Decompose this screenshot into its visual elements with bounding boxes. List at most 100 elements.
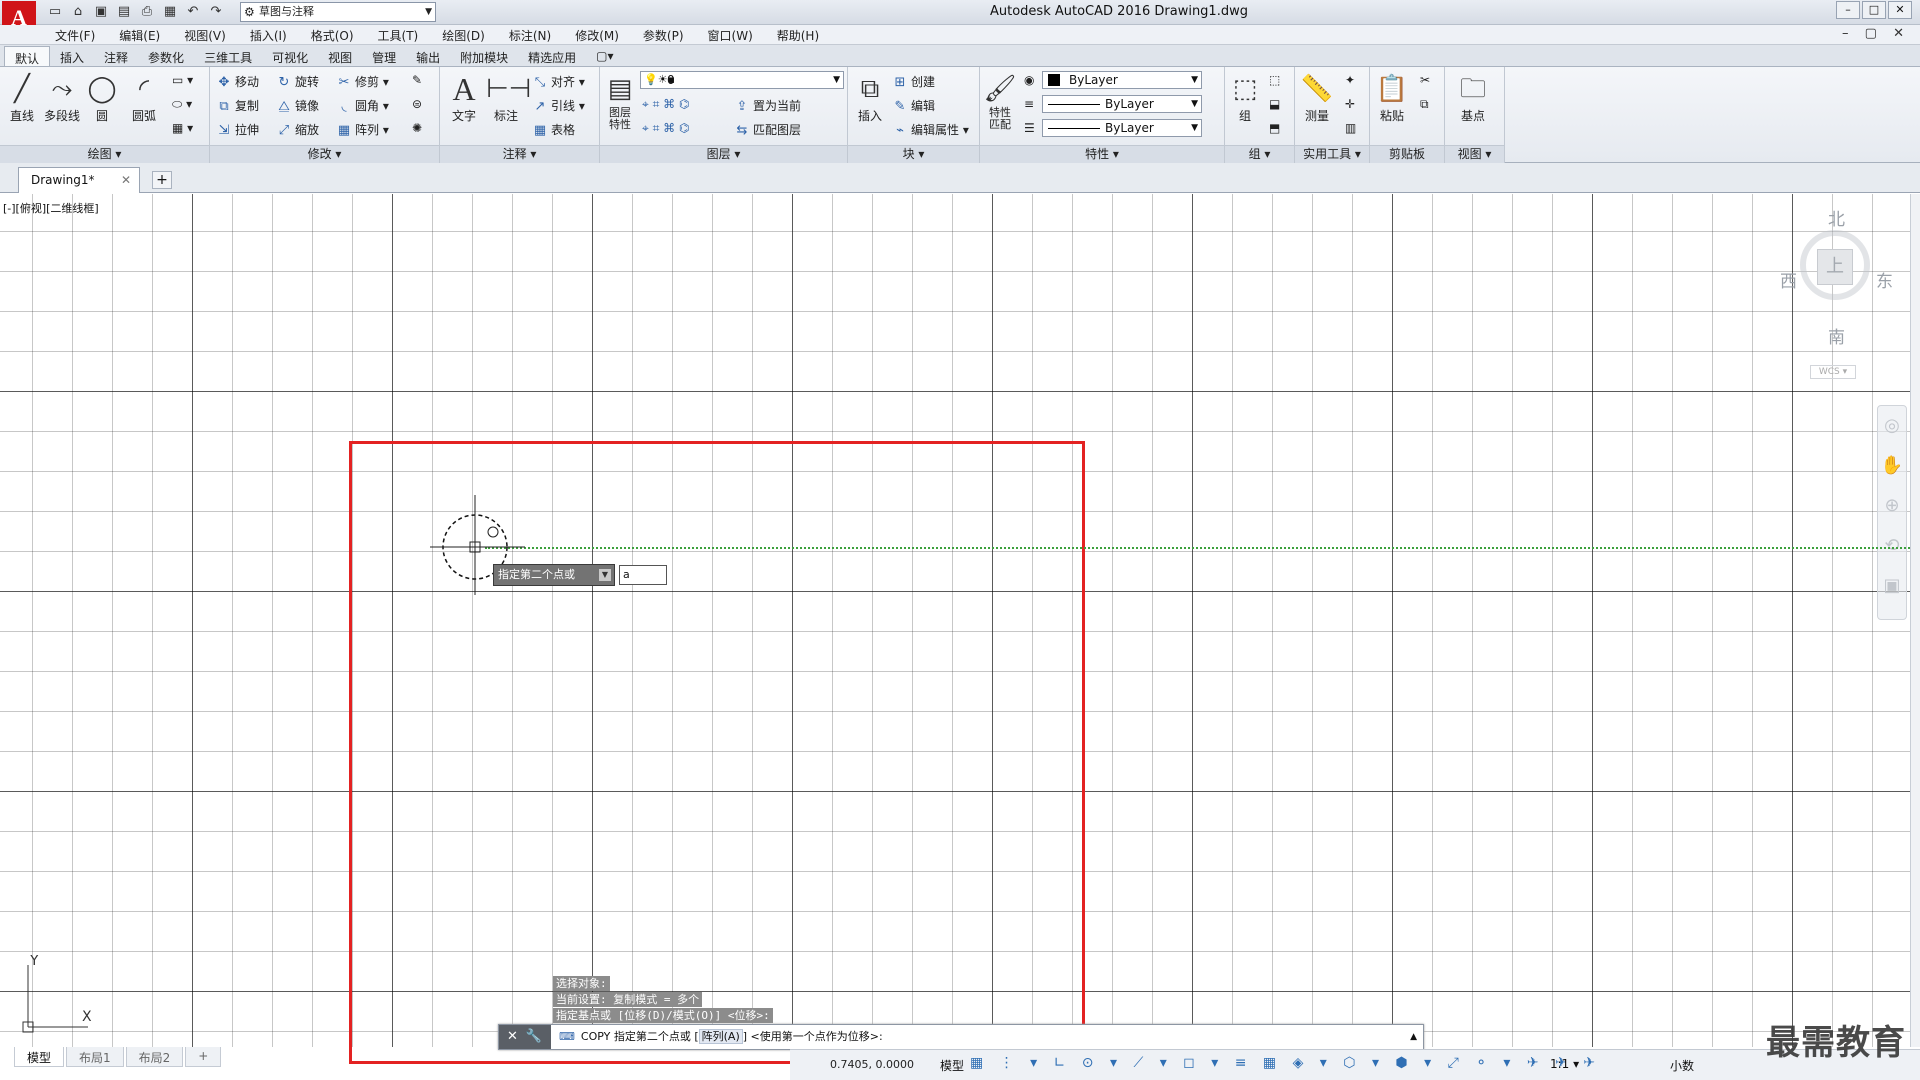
tab-parametric[interactable]: 参数化 [138,46,194,66]
menu-modify[interactable]: 修改(M) [575,27,619,44]
copy-button[interactable]: ⧉ 复制 [216,97,259,114]
menu-file[interactable]: 文件(F) [55,27,95,44]
mirror-button[interactable]: ⧋ 镜像 [276,97,319,114]
tab-drawing1[interactable]: Drawing1* ✕ [18,167,140,193]
lineweight-dropdown[interactable]: ByLayer ▼ [1042,119,1202,137]
tab-insert[interactable]: 插入 [50,46,94,66]
tab-view[interactable]: 视图 [318,46,362,66]
undo-icon[interactable]: ↶ [184,3,202,21]
layer-tools-row2[interactable]: ⌖ ⌗ ⌘ ⌬ [642,121,689,136]
tab-layout2[interactable]: 布局2 [125,1047,184,1067]
showmotion-icon[interactable]: ▣ [1878,566,1906,606]
chevron-up-icon[interactable]: ▲ [1410,1025,1417,1049]
erase-icon[interactable]: ✎ [412,73,422,87]
viewcube-north[interactable]: 北 [1828,205,1845,230]
trim-button[interactable]: ✂ 修剪 ▾ [336,73,389,90]
new-icon[interactable]: ▭ [46,3,64,21]
color-dropdown[interactable]: ByLayer ▼ [1042,71,1202,89]
viewcube-south[interactable]: 南 [1828,323,1845,348]
viewport-controls-label[interactable]: [-][俯视][二维线框] [3,200,99,216]
drafting-toggles[interactable]: ▦ ⋮ ▾ ∟ ⊙ ▾ ⟋ ▾ ◻ ▾ ≡ ▦ ◈ ▾ ⬡ ▾ ⬢ ▾ ⤢ ⚬ … [970,1055,1601,1071]
tab-3d-tools[interactable]: 三维工具 [194,46,262,66]
tab-output[interactable]: 输出 [406,46,450,66]
tab-addins[interactable]: 附加模块 [450,46,518,66]
viewcube[interactable]: 北 西 东 南 上 WCS ▾ [1780,205,1893,385]
rotate-button[interactable]: ↻ 旋转 [276,73,319,90]
quick-select-icon[interactable]: ✦ [1345,73,1355,87]
lineweight-icon[interactable]: ☰ [1024,121,1035,135]
viewcube-top-face[interactable]: 上 [1817,249,1853,285]
viewcube-west[interactable]: 西 [1780,267,1797,292]
measure-button[interactable]: 📏 测量 [1297,71,1337,124]
leader-button[interactable]: ↗ 引线 ▾ [532,97,585,114]
base-view-button[interactable]: 🗀 基点 [1453,71,1493,124]
menu-draw[interactable]: 绘图(D) [442,27,485,44]
dynamic-input-field[interactable]: a [619,565,667,585]
edit-block-button[interactable]: ✎ 编辑 [892,97,935,114]
dimension-button[interactable]: ⊢⊣ 标注 [486,71,531,124]
fillet-button[interactable]: ◟ 圆角 ▾ [336,97,388,114]
point-icon[interactable]: ✛ [1345,97,1355,111]
tab-manage[interactable]: 管理 [362,46,406,66]
match-layer-button[interactable]: ⇆ 匹配图层 [734,121,801,138]
redo-icon[interactable]: ↷ [207,3,225,21]
tab-visualize[interactable]: 可视化 [262,46,318,66]
group-button[interactable]: ⬚ 组 [1225,71,1265,124]
close-icon[interactable]: ✕ [507,1029,526,1044]
wrench-icon[interactable]: 🔧 [526,1029,550,1044]
layer-properties-button[interactable]: ▤ 图层 特性 [600,71,640,131]
arc-button[interactable]: ◜ 圆弧 [124,71,164,124]
polyline-button[interactable]: ⤳ 多段线 [42,71,82,124]
command-option-array[interactable]: 阵列(A) [698,1029,743,1044]
edit-attributes-button[interactable]: ⌁ 编辑属性 ▾ [892,121,969,138]
offset-icon[interactable]: ⊜ [412,97,422,111]
menu-parametric[interactable]: 参数(P) [643,27,684,44]
panel-title-layers[interactable]: 图层 ▾ [600,145,847,163]
move-button[interactable]: ✥ 移动 [216,73,259,90]
menu-format[interactable]: 格式(O) [311,27,354,44]
panel-title-modify[interactable]: 修改 ▾ [210,145,439,163]
saveas-icon[interactable]: ▤ [115,3,133,21]
scale-button[interactable]: ⤢ 缩放 [276,121,319,138]
tab-layout1[interactable]: 布局1 [66,1047,124,1067]
menu-view[interactable]: 视图(V) [184,27,226,44]
panel-title-utilities[interactable]: 实用工具 ▾ [1295,145,1369,163]
tab-default[interactable]: 默认 [4,46,51,66]
annotation-scale[interactable]: 1:1 ▾ [1550,1057,1579,1071]
ungroup-icon[interactable]: ⬚ [1269,73,1280,87]
stretch-button[interactable]: ⇲ 拉伸 [216,121,259,138]
create-block-button[interactable]: ⊞ 创建 [892,73,935,90]
align-button[interactable]: ⤡ 对齐 ▾ [532,73,585,90]
menu-window[interactable]: 窗口(W) [708,27,753,44]
mdi-controls[interactable]: – ▢ ✕ [1842,26,1910,41]
wcs-menu[interactable]: WCS ▾ [1810,365,1856,379]
line-button[interactable]: ╱ 直线 [2,71,42,124]
table-button[interactable]: ▦ 表格 [532,121,575,138]
layer-dropdown[interactable]: 💡☀▪ 0 ▼ [640,71,844,89]
open-icon[interactable]: ⌂ [69,3,87,21]
ellipse-icon[interactable]: ⬭ ▾ [172,97,192,112]
group-edit-icon[interactable]: ⬓ [1269,97,1280,111]
array-button[interactable]: ▦ 阵列 ▾ [336,121,389,138]
orbit-icon[interactable]: ⟲ [1878,526,1906,566]
panel-title-block[interactable]: 块 ▾ [848,145,979,163]
color-wheel-icon[interactable]: ◉ [1024,73,1034,87]
tab-featured-apps[interactable]: 精选应用 [518,46,586,66]
add-layout-button[interactable]: + [185,1047,222,1067]
steering-wheel-icon[interactable]: ◎ [1878,406,1906,446]
linetype-icon[interactable]: ≡ [1024,97,1034,111]
calculator-icon[interactable]: ▥ [1345,121,1356,135]
text-button[interactable]: A 文字 [444,71,484,124]
cut-icon[interactable]: ✂ [1420,73,1430,87]
pan-icon[interactable]: ✋ [1878,446,1906,486]
close-button[interactable]: ✕ [1888,1,1912,19]
new-tab-button[interactable]: + [152,171,172,189]
insert-block-button[interactable]: ⧉ 插入 [850,71,890,124]
menu-tools[interactable]: 工具(T) [378,27,419,44]
panel-title-annotation[interactable]: 注释 ▾ [440,145,599,163]
menu-insert[interactable]: 插入(I) [250,27,287,44]
layer-tools-row1[interactable]: ⌖ ⌗ ⌘ ⌬ [642,97,689,112]
tab-annotate[interactable]: 注释 [94,46,138,66]
circle-button[interactable]: ◯ 圆 [82,71,122,124]
print-icon[interactable]: ⎙ [138,3,156,21]
